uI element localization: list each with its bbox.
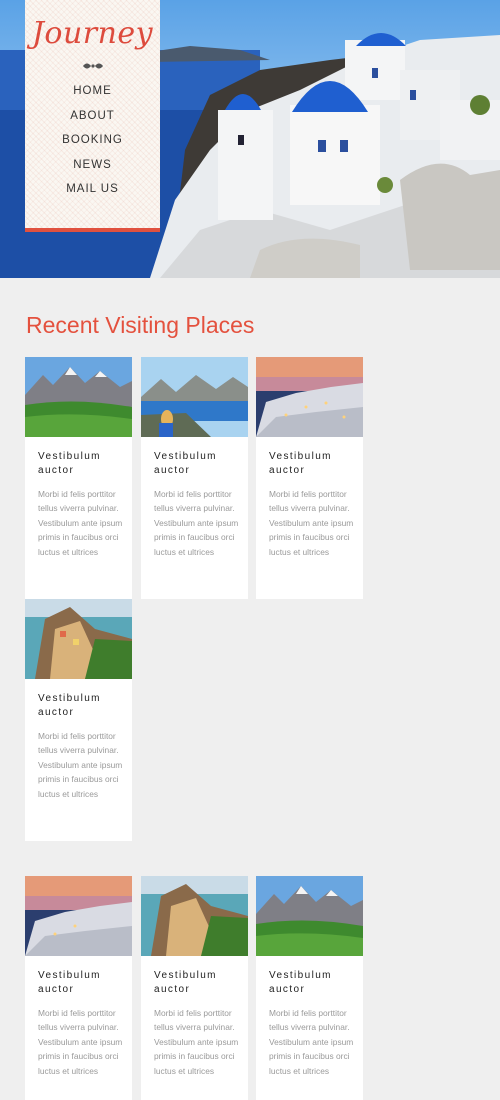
card-text: Morbi id felis porttitor tellus viverra … [269,1008,354,1076]
place-card[interactable]: Vestibulum auctor Morbi id felis porttit… [141,357,248,599]
card-title: Vestibulum auctor [38,970,101,995]
nav-panel: Journey HOME ABOUT BOOKING NEWS MAIL US [25,0,160,232]
card-title: Vestibulum auctor [269,970,332,995]
nav-item-mail-us[interactable]: MAIL US [25,177,160,202]
card-title: Vestibulum auctor [269,451,332,476]
card-text: Morbi id felis porttitor tellus viverra … [154,489,239,557]
card-title: Vestibulum auctor [38,693,101,718]
section-title: Recent Visiting Places [26,312,255,338]
santorini-dusk-image [25,876,132,956]
card-text: Morbi id felis porttitor tellus viverra … [38,1008,123,1076]
nav-item-booking[interactable]: BOOKING [25,128,160,153]
card-text: Morbi id felis porttitor tellus viverra … [269,489,354,557]
place-card[interactable]: Vestibulum auctor Morbi id felis porttit… [256,876,363,1100]
nav-item-home[interactable]: HOME [25,79,160,104]
mountain-meadow-image [256,876,363,956]
nav-item-news[interactable]: NEWS [25,153,160,178]
ornament-icon [82,63,103,69]
cliff-village-image [25,599,132,679]
cliff-village-image [141,876,248,956]
place-card[interactable]: Vestibulum auctor Morbi id felis porttit… [256,357,363,599]
main-nav: HOME ABOUT BOOKING NEWS MAIL US [25,79,160,202]
place-card[interactable]: Vestibulum auctor Morbi id felis porttit… [25,357,132,599]
place-card[interactable]: Vestibulum auctor Morbi id felis porttit… [25,876,132,1100]
card-title: Vestibulum auctor [38,451,101,476]
card-text: Morbi id felis porttitor tellus viverra … [38,489,123,557]
mountain-meadow-image [25,357,132,437]
santorini-dusk-image [256,357,363,437]
site-logo[interactable]: Journey [25,16,160,51]
place-card[interactable]: Vestibulum auctor Morbi id felis porttit… [141,876,248,1100]
place-card[interactable]: Vestibulum auctor Morbi id felis porttit… [25,599,132,841]
card-title: Vestibulum auctor [154,970,217,995]
card-text: Morbi id felis porttitor tellus viverra … [38,731,123,799]
card-text: Morbi id felis porttitor tellus viverra … [154,1008,239,1076]
nav-item-about[interactable]: ABOUT [25,104,160,129]
fjord-lookout-image [141,357,248,437]
hero-banner: Journey HOME ABOUT BOOKING NEWS MAIL US [0,0,500,278]
card-title: Vestibulum auctor [154,451,217,476]
